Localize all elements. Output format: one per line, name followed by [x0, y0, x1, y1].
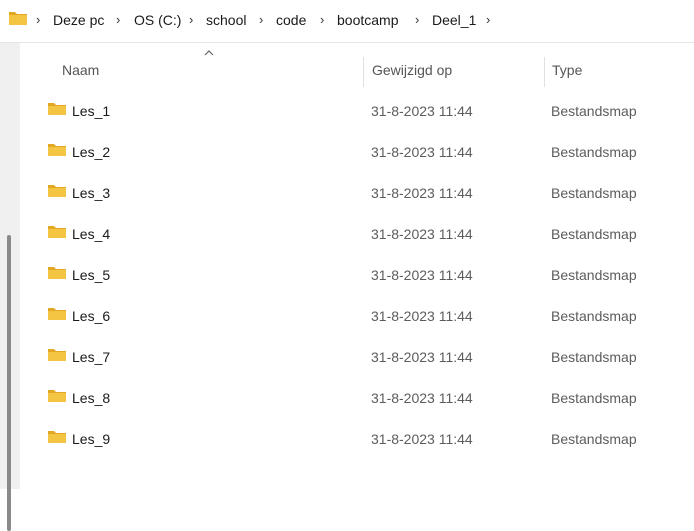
chevron-right-icon[interactable]: ›: [486, 13, 494, 27]
chevron-right-icon[interactable]: ›: [116, 13, 124, 27]
breadcrumb: › Deze pc › OS (C:) › school › code › bo…: [0, 0, 694, 43]
file-modified: 31-8-2023 11:44: [371, 103, 473, 119]
file-type: Bestandsmap: [551, 390, 637, 406]
file-type: Bestandsmap: [551, 308, 637, 324]
column-divider[interactable]: [544, 57, 545, 87]
breadcrumb-item-code[interactable]: code: [276, 12, 306, 29]
breadcrumb-item-drive[interactable]: OS (C:): [134, 12, 181, 29]
file-modified: 31-8-2023 11:44: [371, 390, 473, 406]
list-item[interactable]: Les_9 31-8-2023 11:44 Bestandsmap: [20, 418, 694, 459]
chevron-right-icon[interactable]: ›: [320, 13, 328, 27]
list-item[interactable]: Les_6 31-8-2023 11:44 Bestandsmap: [20, 295, 694, 336]
file-name: Les_7: [72, 349, 111, 365]
folder-icon: [48, 144, 66, 156]
file-name: Les_8: [72, 390, 111, 406]
chevron-right-icon[interactable]: ›: [189, 13, 197, 27]
file-name: Les_4: [72, 226, 111, 242]
scrollbar-track[interactable]: [0, 43, 20, 531]
file-modified: 31-8-2023 11:44: [371, 308, 473, 324]
column-header: Naam Gewijzigd op Type: [20, 43, 694, 97]
file-modified: 31-8-2023 11:44: [371, 349, 473, 365]
file-type: Bestandsmap: [551, 103, 637, 119]
folder-icon: [9, 12, 27, 25]
file-type: Bestandsmap: [551, 226, 637, 242]
list-item[interactable]: Les_5 31-8-2023 11:44 Bestandsmap: [20, 254, 694, 295]
folder-icon: [48, 267, 66, 279]
file-modified: 31-8-2023 11:44: [371, 267, 473, 283]
file-modified: 31-8-2023 11:44: [371, 226, 473, 242]
file-type: Bestandsmap: [551, 267, 637, 283]
file-modified: 31-8-2023 11:44: [371, 144, 473, 160]
breadcrumb-item-bootcamp[interactable]: bootcamp: [337, 12, 398, 29]
folder-icon: [48, 390, 66, 402]
column-header-name[interactable]: Naam: [62, 62, 99, 78]
chevron-right-icon[interactable]: ›: [259, 13, 267, 27]
file-name: Les_3: [72, 185, 111, 201]
folder-icon: [48, 431, 66, 443]
column-header-type[interactable]: Type: [552, 62, 582, 78]
folder-icon: [48, 185, 66, 197]
breadcrumb-item-current[interactable]: Deel_1: [432, 12, 476, 29]
column-header-modified[interactable]: Gewijzigd op: [372, 62, 452, 78]
file-name: Les_5: [72, 267, 111, 283]
file-name: Les_9: [72, 431, 111, 447]
file-type: Bestandsmap: [551, 185, 637, 201]
sort-ascending-icon: [204, 50, 214, 56]
breadcrumb-item-this-pc[interactable]: Deze pc: [53, 12, 104, 29]
file-type: Bestandsmap: [551, 349, 637, 365]
file-name: Les_6: [72, 308, 111, 324]
folder-icon: [48, 308, 66, 320]
file-name: Les_2: [72, 144, 111, 160]
list-item[interactable]: Les_2 31-8-2023 11:44 Bestandsmap: [20, 131, 694, 172]
folder-icon: [48, 226, 66, 238]
list-item[interactable]: Les_3 31-8-2023 11:44 Bestandsmap: [20, 172, 694, 213]
file-modified: 31-8-2023 11:44: [371, 185, 473, 201]
list-item[interactable]: Les_1 31-8-2023 11:44 Bestandsmap: [20, 90, 694, 131]
chevron-right-icon[interactable]: ›: [36, 13, 44, 27]
folder-icon: [48, 103, 66, 115]
folder-icon: [48, 349, 66, 361]
file-modified: 31-8-2023 11:44: [371, 431, 473, 447]
breadcrumb-item-school[interactable]: school: [206, 12, 246, 29]
file-type: Bestandsmap: [551, 431, 637, 447]
list-item[interactable]: Les_7 31-8-2023 11:44 Bestandsmap: [20, 336, 694, 377]
scrollbar-thumb[interactable]: [7, 235, 11, 531]
file-name: Les_1: [72, 103, 111, 119]
chevron-right-icon[interactable]: ›: [415, 13, 423, 27]
column-divider[interactable]: [363, 57, 364, 87]
list-item[interactable]: Les_8 31-8-2023 11:44 Bestandsmap: [20, 377, 694, 418]
file-type: Bestandsmap: [551, 144, 637, 160]
list-item[interactable]: Les_4 31-8-2023 11:44 Bestandsmap: [20, 213, 694, 254]
